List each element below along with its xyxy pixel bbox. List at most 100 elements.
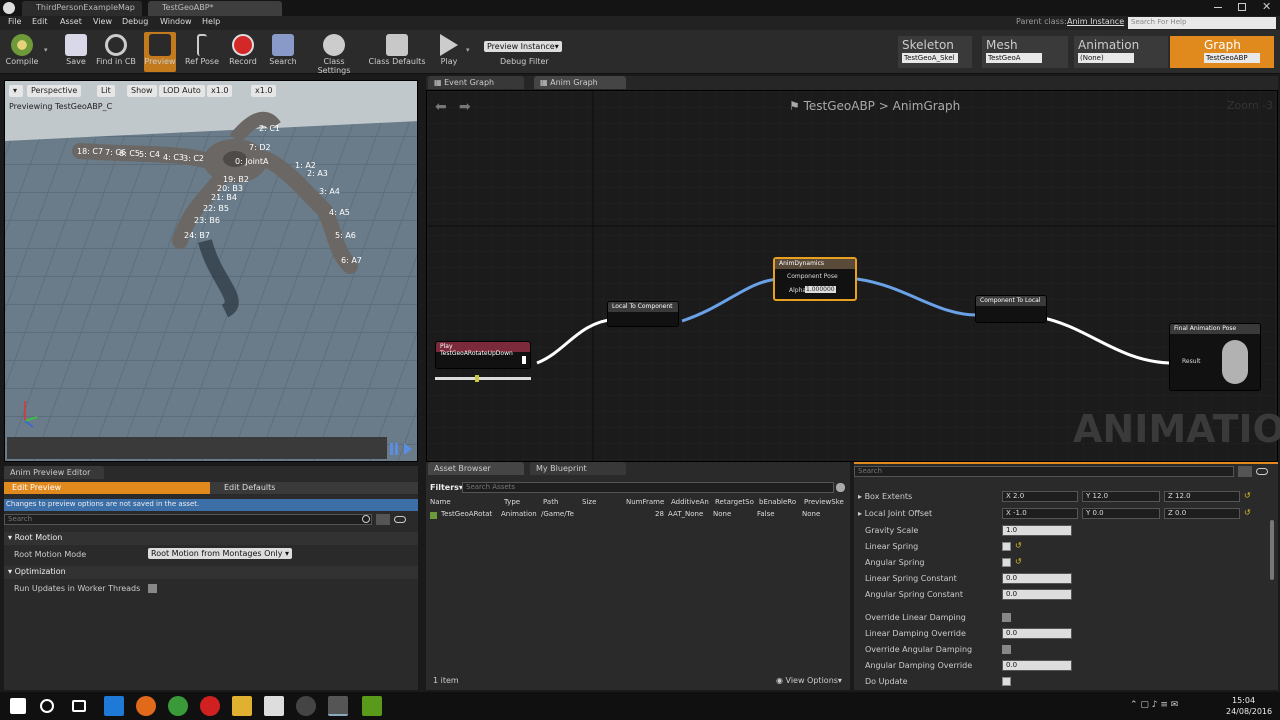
override-angular-damping-checkbox[interactable]: [1002, 645, 1011, 654]
root-motion-mode-dropdown[interactable]: Root Motion from Montages Only ▾: [148, 548, 292, 559]
root-motion-header[interactable]: ▾ Root Motion: [4, 532, 418, 545]
forward-arrow-icon[interactable]: ➡: [459, 99, 471, 115]
eye-icon[interactable]: [1256, 468, 1268, 475]
box-extents-z[interactable]: Z 12.0: [1164, 491, 1240, 502]
mode-mesh[interactable]: Mesh TestGeoA: [982, 36, 1068, 68]
save-button[interactable]: Save: [60, 32, 92, 72]
linear-spring-checkbox[interactable]: [1002, 542, 1011, 551]
col-enable-root[interactable]: bEnableRo: [759, 498, 796, 506]
compile-button[interactable]: Compile: [2, 32, 42, 72]
mode-mesh-field[interactable]: TestGeoA: [986, 53, 1042, 63]
menu-window[interactable]: Window: [160, 17, 192, 26]
window-tab-abp[interactable]: TestGeoABP*: [148, 1, 282, 16]
find-in-cb-button[interactable]: Find in CB: [96, 32, 136, 72]
alpha-input[interactable]: 1.000000: [805, 286, 836, 293]
minimize-icon[interactable]: [1214, 7, 1222, 8]
unreal-taskbar-icon[interactable]: [296, 696, 316, 716]
reset-arrow-icon[interactable]: ↺: [1015, 541, 1022, 550]
timeline-bar[interactable]: [7, 437, 387, 459]
col-name[interactable]: Name: [430, 498, 451, 506]
mode-animation[interactable]: Animation (None): [1074, 36, 1168, 68]
anim-preview-editor-tab[interactable]: Anim Preview Editor: [4, 466, 104, 479]
view-options-button[interactable]: ◉ View Options▾: [776, 676, 842, 685]
node-play-sequence[interactable]: Play TestGeoARotateUpDown: [435, 341, 531, 369]
firefox-icon[interactable]: [136, 696, 156, 716]
col-numframe[interactable]: NumFrame: [626, 498, 664, 506]
col-type[interactable]: Type: [504, 498, 520, 506]
show-button[interactable]: Show: [127, 85, 157, 97]
menu-view[interactable]: View: [93, 17, 112, 26]
record-button[interactable]: Record: [226, 32, 260, 72]
asset-search-input[interactable]: Search Assets: [462, 482, 834, 493]
node-local-to-component[interactable]: Local To Component: [607, 301, 679, 327]
menu-asset[interactable]: Asset: [60, 17, 82, 26]
help-search-input[interactable]: Search For Help: [1128, 17, 1276, 29]
node-component-to-local[interactable]: Component To Local: [975, 295, 1047, 323]
slider-thumb[interactable]: [475, 375, 479, 382]
store-icon[interactable]: [264, 696, 284, 716]
angular-damping-override-input[interactable]: 0.0: [1002, 660, 1072, 671]
breadcrumb-blueprint[interactable]: TestGeoABP: [804, 99, 875, 113]
details-scrollbar[interactable]: [1270, 520, 1274, 580]
grid-view-icon[interactable]: [1238, 466, 1252, 477]
col-size[interactable]: Size: [582, 498, 596, 506]
lit-button[interactable]: Lit: [97, 85, 115, 97]
menu-file[interactable]: File: [8, 17, 21, 26]
do-update-checkbox[interactable]: [1002, 677, 1011, 686]
node-anim-dynamics[interactable]: AnimDynamics Component Pose Alpha 1.0000…: [773, 257, 857, 301]
clock-time[interactable]: 15:04: [1232, 696, 1255, 705]
prop-box-extents-label[interactable]: ▸ Box Extents: [858, 492, 912, 501]
filters-button[interactable]: Filters▾: [430, 483, 463, 492]
reset-arrow-icon[interactable]: ↺: [1015, 557, 1022, 566]
class-defaults-button[interactable]: Class Defaults: [368, 32, 426, 72]
details-search-input[interactable]: Search: [854, 466, 1234, 477]
linear-spring-constant-input[interactable]: 0.0: [1002, 573, 1072, 584]
explorer-icon[interactable]: [232, 696, 252, 716]
table-row[interactable]: TestGeoARotat Animation /Game/Te 28 AAT_…: [426, 510, 850, 522]
linear-damping-override-input[interactable]: 0.0: [1002, 628, 1072, 639]
gravity-scale-input[interactable]: 1.0: [1002, 525, 1072, 536]
asset-browser-tab[interactable]: Asset Browser: [428, 462, 524, 475]
viewport-options-button[interactable]: ▾: [9, 85, 23, 97]
scale-button[interactable]: x1.0: [251, 85, 277, 97]
joint-offset-x[interactable]: X -1.0: [1002, 508, 1078, 519]
nvidia-icon[interactable]: [362, 696, 382, 716]
pause-icon[interactable]: [390, 443, 398, 455]
mode-graph-field[interactable]: TestGeoABP: [1204, 53, 1260, 63]
box-extents-y[interactable]: Y 12.0: [1082, 491, 1160, 502]
close-icon[interactable]: ✕: [1262, 0, 1271, 13]
reset-arrow-icon[interactable]: ↺: [1244, 491, 1251, 500]
unreal-editor-icon[interactable]: [328, 696, 348, 716]
joint-offset-z[interactable]: Z 0.0: [1164, 508, 1240, 519]
eye-icon[interactable]: [394, 516, 406, 523]
graph-canvas[interactable]: ⬅ ➡ ⚑ TestGeoABP > AnimGraph Zoom -3 ANI…: [426, 90, 1280, 462]
window-tab-map[interactable]: ThirdPersonExampleMap: [22, 1, 142, 16]
joint-offset-y[interactable]: Y 0.0: [1082, 508, 1160, 519]
breadcrumb-animgraph[interactable]: AnimGraph: [893, 99, 961, 113]
menu-edit[interactable]: Edit: [32, 17, 48, 26]
parent-class-link[interactable]: Anim Instance: [1067, 17, 1124, 26]
clock-date[interactable]: 24/08/2016: [1226, 707, 1272, 716]
my-blueprint-tab[interactable]: My Blueprint: [530, 462, 626, 475]
reset-arrow-icon[interactable]: ↺: [1244, 508, 1251, 517]
mode-skeleton[interactable]: Skeleton TestGeoA_Skel: [898, 36, 972, 68]
menu-help[interactable]: Help: [202, 17, 220, 26]
perspective-button[interactable]: Perspective: [27, 85, 82, 97]
back-arrow-icon[interactable]: ⬅: [435, 99, 447, 115]
preview-viewport[interactable]: ▾ Perspective Lit Show LOD Auto x1.0 x1.…: [4, 80, 418, 462]
preview-instance-dropdown[interactable]: Preview Instance▾: [484, 41, 562, 52]
compile-dropdown-icon[interactable]: ▾: [44, 46, 48, 54]
preview-search-input[interactable]: Search: [4, 514, 372, 525]
system-tray[interactable]: ⌃ ▢ ♪ ≡ ✉: [1130, 700, 1220, 712]
col-path[interactable]: Path: [543, 498, 558, 506]
class-settings-button[interactable]: Class Settings: [306, 32, 362, 75]
lod-auto-button[interactable]: LOD Auto: [159, 85, 205, 97]
playback-speed-button[interactable]: x1.0: [207, 85, 233, 97]
search-button[interactable]: Search: [266, 32, 300, 72]
optimization-header[interactable]: ▾ Optimization: [4, 566, 418, 579]
play-position-slider[interactable]: [435, 375, 531, 382]
col-retarget[interactable]: RetargetSo: [715, 498, 754, 506]
angular-spring-checkbox[interactable]: [1002, 558, 1011, 567]
task-view-icon[interactable]: [72, 700, 86, 712]
edge-icon[interactable]: [104, 696, 124, 716]
